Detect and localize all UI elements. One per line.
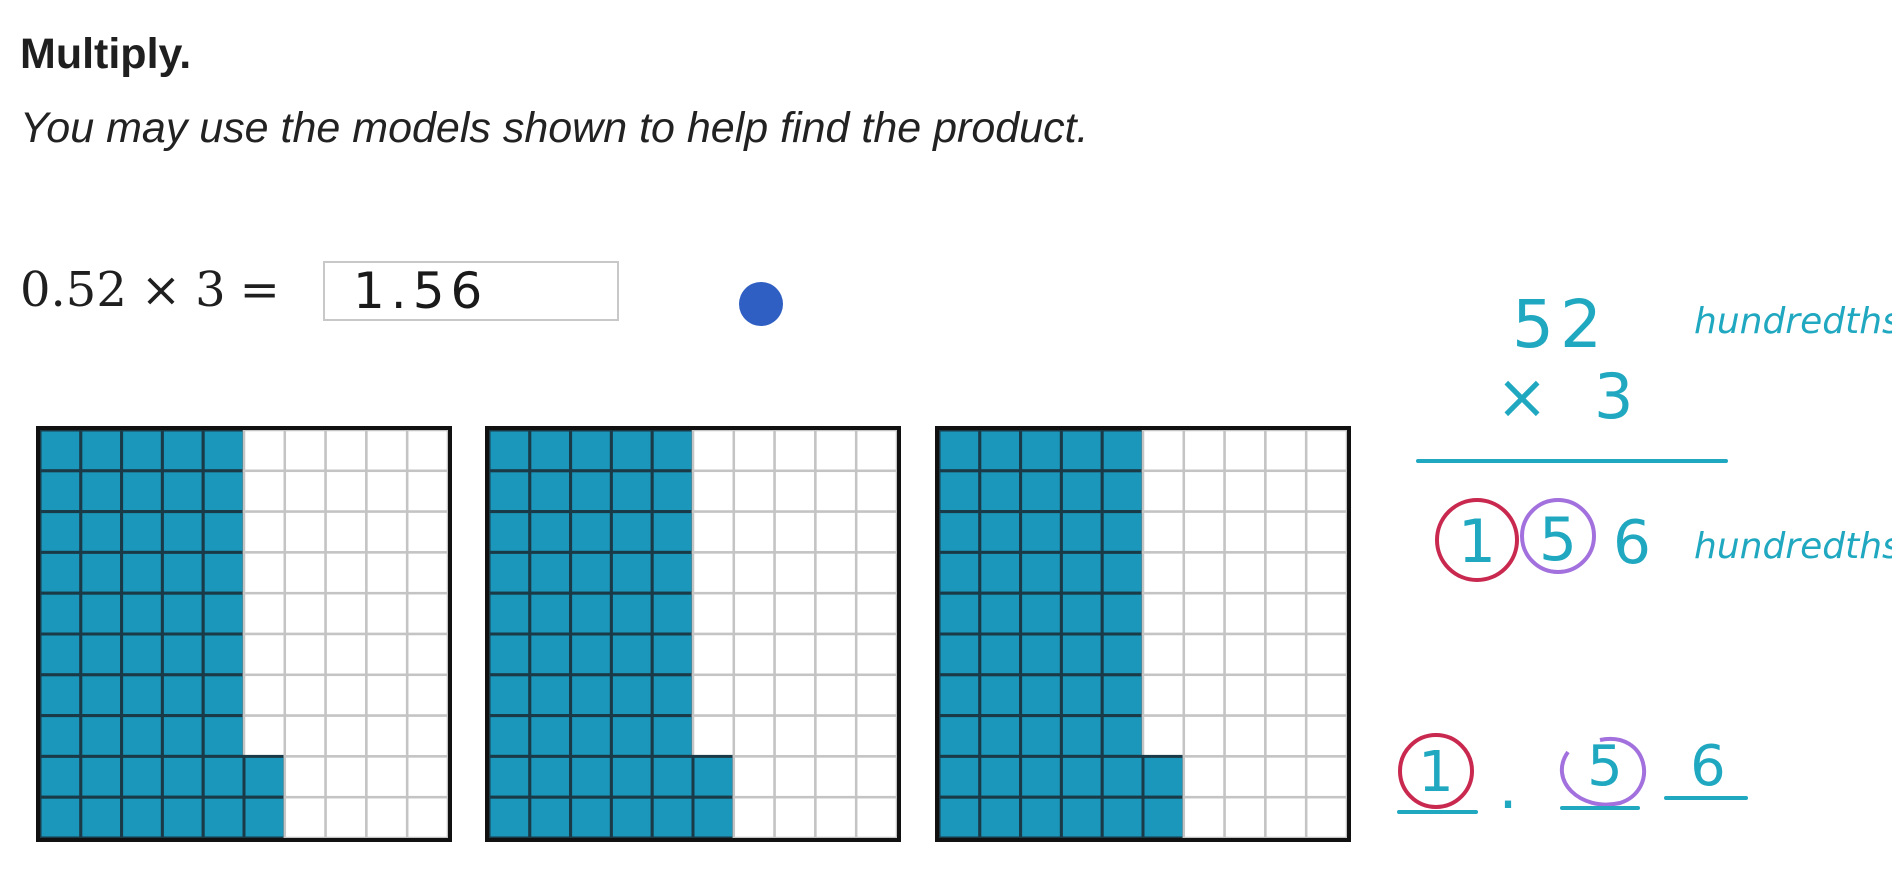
note-decimal-digit-2: 5 [1587,734,1623,799]
note-decimal-digit-3: 6 [1690,734,1726,799]
note-decimal-point: . [1498,753,1517,823]
note-top-number: 52 [1512,286,1608,363]
handwritten-notes: 52 hundredths × 3 1 5 6 hundredths 1 . 5… [1397,286,1892,823]
note-decimal-digit-1: 1 [1418,740,1454,805]
note-product-digit-1: 1 [1458,507,1496,577]
note-product-unit: hundredths [1694,526,1892,567]
note-multiplier: 3 [1594,360,1633,433]
note-multiplier-sign: × [1496,360,1548,433]
note-product-digit-3: 6 [1613,508,1651,578]
note-top-unit: hundredths [1694,301,1892,342]
note-product-digit-2: 5 [1539,505,1577,575]
